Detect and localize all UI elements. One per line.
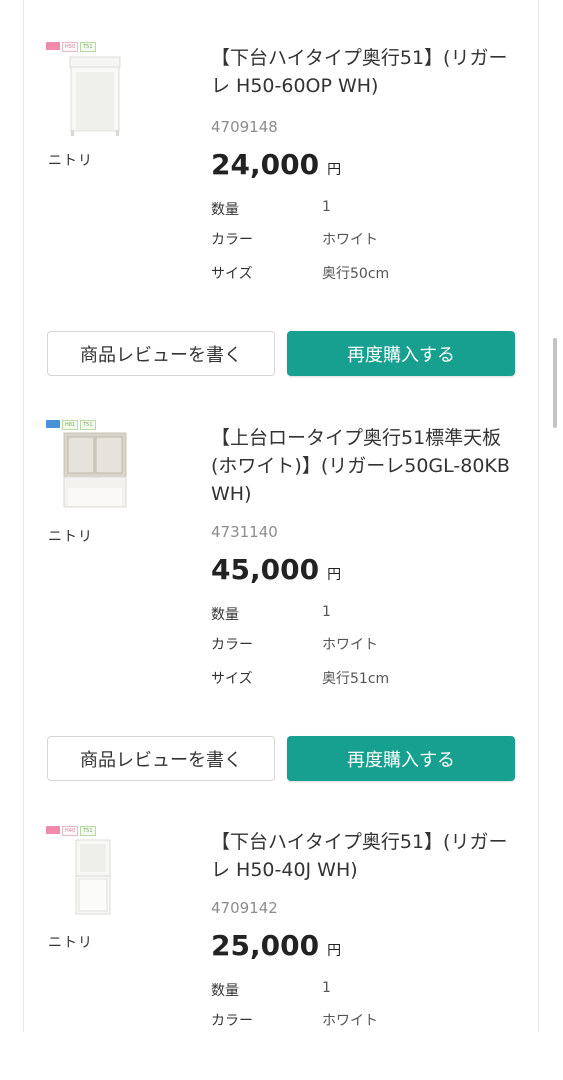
product-code: 4731140 xyxy=(211,523,278,541)
product-price: 24,000 円 xyxy=(211,148,341,181)
lower-cabinet-narrow-icon xyxy=(75,839,111,915)
spec-value-size: 奥行51cm xyxy=(322,671,390,687)
brand-name: ニトリ xyxy=(48,153,93,169)
spec-label-quantity: 数量 xyxy=(211,202,239,218)
content-border-left xyxy=(23,0,24,1032)
spec-value-quantity: 1 xyxy=(322,199,331,215)
product-thumbnail[interactable]: H81 T51 xyxy=(46,420,128,520)
product-title[interactable]: 【上台ロータイプ奥行51標準天板(ホワイト)】(リガーレ50GL-80KB WH… xyxy=(211,424,511,508)
product-code: 4709148 xyxy=(211,118,278,136)
product-title[interactable]: 【下台ハイタイプ奥行51】(リガーレ H50-40J WH) xyxy=(211,828,511,884)
spec-value-color: ホワイト xyxy=(322,232,378,248)
spec-label-quantity: 数量 xyxy=(211,983,239,999)
spec-label-quantity: 数量 xyxy=(211,607,239,623)
product-price: 25,000 円 xyxy=(211,929,341,962)
product-code: 4709142 xyxy=(211,899,278,917)
scrollbar-thumb[interactable] xyxy=(553,338,557,428)
product-thumbnail[interactable]: H40 T51 xyxy=(46,826,128,926)
spec-label-color: カラー xyxy=(211,1013,253,1029)
brand-name: ニトリ xyxy=(48,935,93,951)
product-thumbnail[interactable]: H50 T51 xyxy=(46,42,128,142)
spec-value-size: 奥行50cm xyxy=(322,266,390,282)
spec-value-color: ホワイト xyxy=(322,1013,378,1029)
spec-value-quantity: 1 xyxy=(322,604,331,620)
rebuy-button[interactable]: 再度購入する xyxy=(287,736,515,781)
thumbnail-badges: H50 T51 xyxy=(46,42,96,52)
currency-unit: 円 xyxy=(327,567,342,583)
brand-name: ニトリ xyxy=(48,529,93,545)
price-value: 24,000 xyxy=(211,148,320,181)
rebuy-button[interactable]: 再度購入する xyxy=(287,331,515,376)
upper-cabinet-glass-icon xyxy=(63,432,127,508)
product-title[interactable]: 【下台ハイタイプ奥行51】(リガーレ H50-60OP WH) xyxy=(211,44,511,100)
lower-cabinet-open-icon xyxy=(69,56,121,136)
write-review-button[interactable]: 商品レビューを書く xyxy=(47,736,275,781)
price-value: 25,000 xyxy=(211,929,320,962)
currency-unit: 円 xyxy=(327,162,342,178)
content-border-right xyxy=(538,0,539,1032)
spec-value-color: ホワイト xyxy=(322,637,378,653)
price-value: 45,000 xyxy=(211,553,320,586)
write-review-button[interactable]: 商品レビューを書く xyxy=(47,331,275,376)
spec-label-color: カラー xyxy=(211,232,253,248)
product-price: 45,000 円 xyxy=(211,553,341,586)
thumbnail-badges: H81 T51 xyxy=(46,420,96,430)
spec-label-size: サイズ xyxy=(211,266,253,282)
spec-label-size: サイズ xyxy=(211,671,253,687)
spec-label-color: カラー xyxy=(211,637,253,653)
thumbnail-badges: H40 T51 xyxy=(46,826,96,836)
spec-value-quantity: 1 xyxy=(322,980,331,996)
currency-unit: 円 xyxy=(327,943,342,959)
